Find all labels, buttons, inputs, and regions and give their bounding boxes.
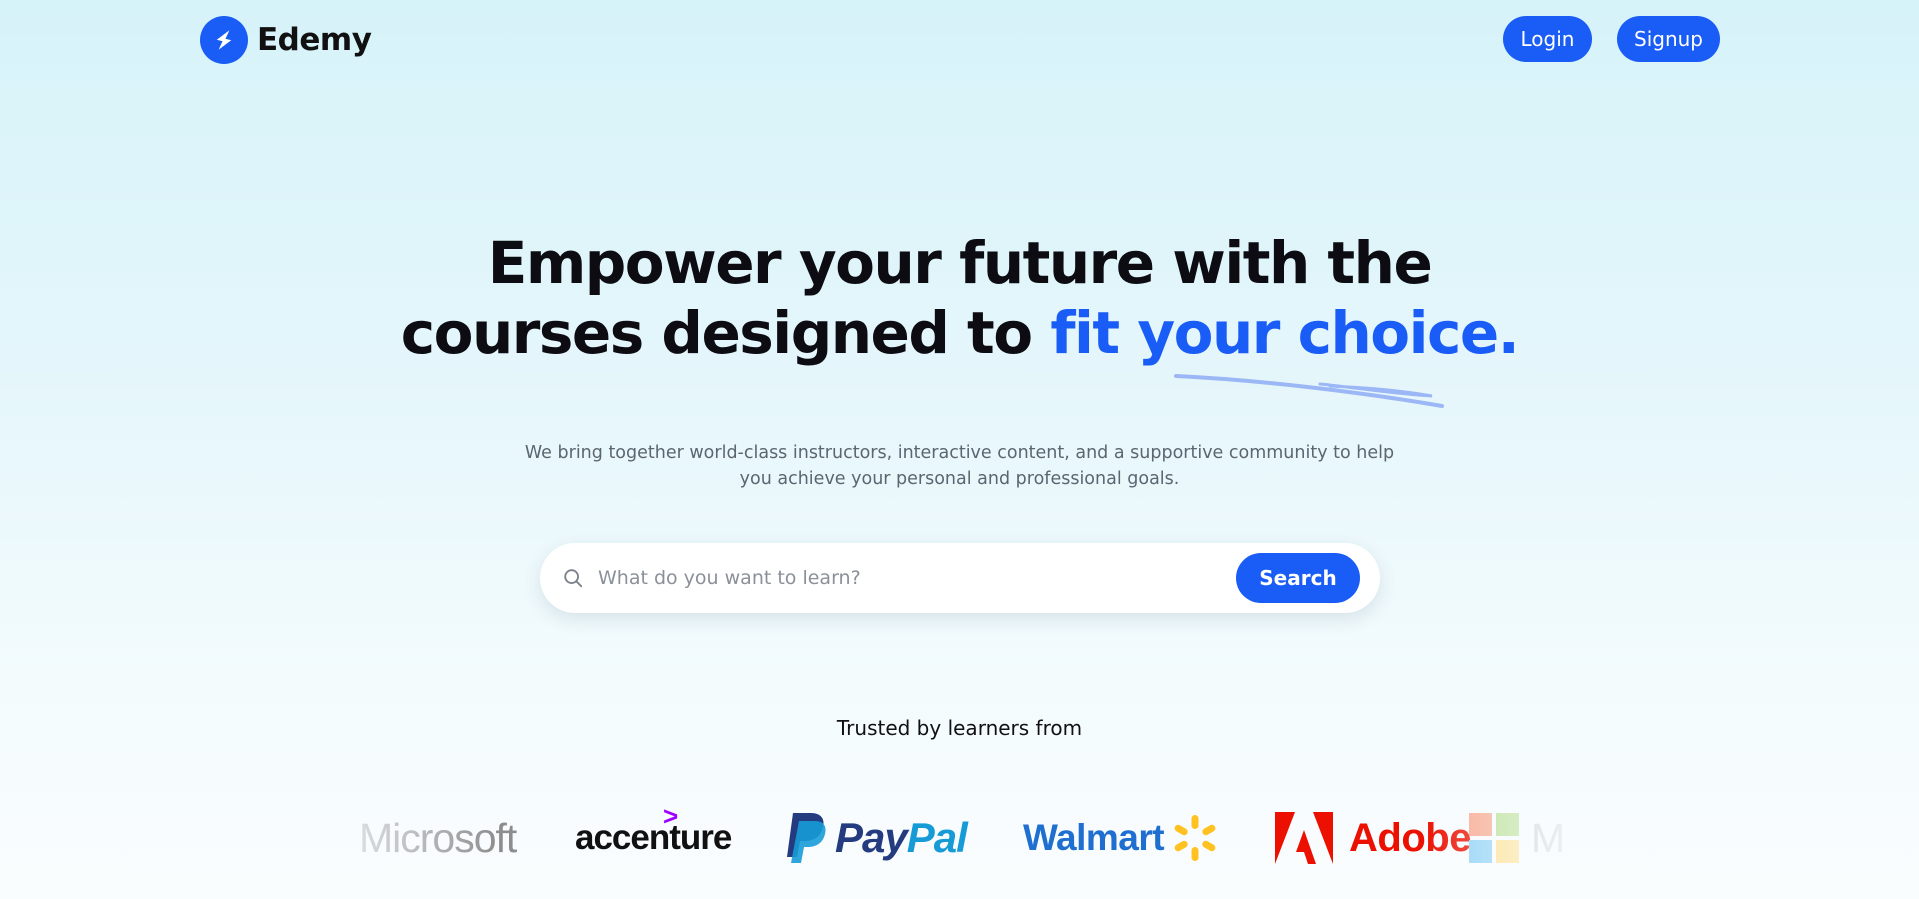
microsoft-logo-text: Microsoft [359,814,517,861]
paypal-mark-icon [787,813,826,863]
microsoft-logo-repeat: M [1469,793,1565,883]
trusted-by-label: Trusted by learners from [836,716,1083,740]
brand-name: Edemy [257,22,372,58]
paypal-logo: PayPal [783,793,968,883]
adobe-logo: Adobe [1275,793,1471,883]
microsoft-logo: Microsoft [359,793,517,883]
hero-title-line1: Empower your future with the [487,229,1433,297]
site-header: Edemy Login Signup [0,0,1919,80]
accenture-logo-text: accenture [575,818,732,857]
walmart-logo: Walmart [1023,793,1220,883]
accenture-mark-icon: > [663,801,678,831]
paypal-logo-text: PayPal [835,814,968,862]
microsoft-windows-icon [1469,813,1519,863]
walmart-logo-text: Walmart [1023,817,1165,858]
hero-subtitle-line2: you achieve your personal and profession… [739,469,1180,489]
lightning-bolt-icon [200,16,248,64]
search-button[interactable]: Search [1236,553,1360,603]
walmart-spark-icon [1174,815,1216,861]
scribble-underline-decoration [1174,374,1444,408]
search-input[interactable] [598,560,1228,596]
paypal-logo-text-pay: Pay [835,814,908,861]
hero-title-highlight: fit your choice. [1050,299,1519,367]
search-icon [562,567,584,593]
hero-title: Empower your future with the courses des… [0,228,1919,368]
microsoft-logo-text-partial: M [1531,814,1566,861]
brand-logo[interactable]: Edemy [200,16,372,64]
search-bar: Search [540,543,1380,613]
hero-subtitle-line1: We bring together world-class instructor… [524,443,1395,463]
adobe-mark-icon [1275,812,1333,864]
signup-button[interactable]: Signup [1617,16,1720,62]
accenture-logo: accenture > [575,793,732,883]
hero-subtitle: We bring together world-class instructor… [0,440,1919,492]
adobe-logo-text: Adobe [1349,815,1471,860]
paypal-logo-text-pal: Pal [906,814,968,861]
login-button[interactable]: Login [1503,16,1592,62]
partner-logos-strip: Microsoft accenture > PayPal Walmart Ado… [353,793,1568,883]
hero-title-line2: courses designed to [400,299,1051,367]
